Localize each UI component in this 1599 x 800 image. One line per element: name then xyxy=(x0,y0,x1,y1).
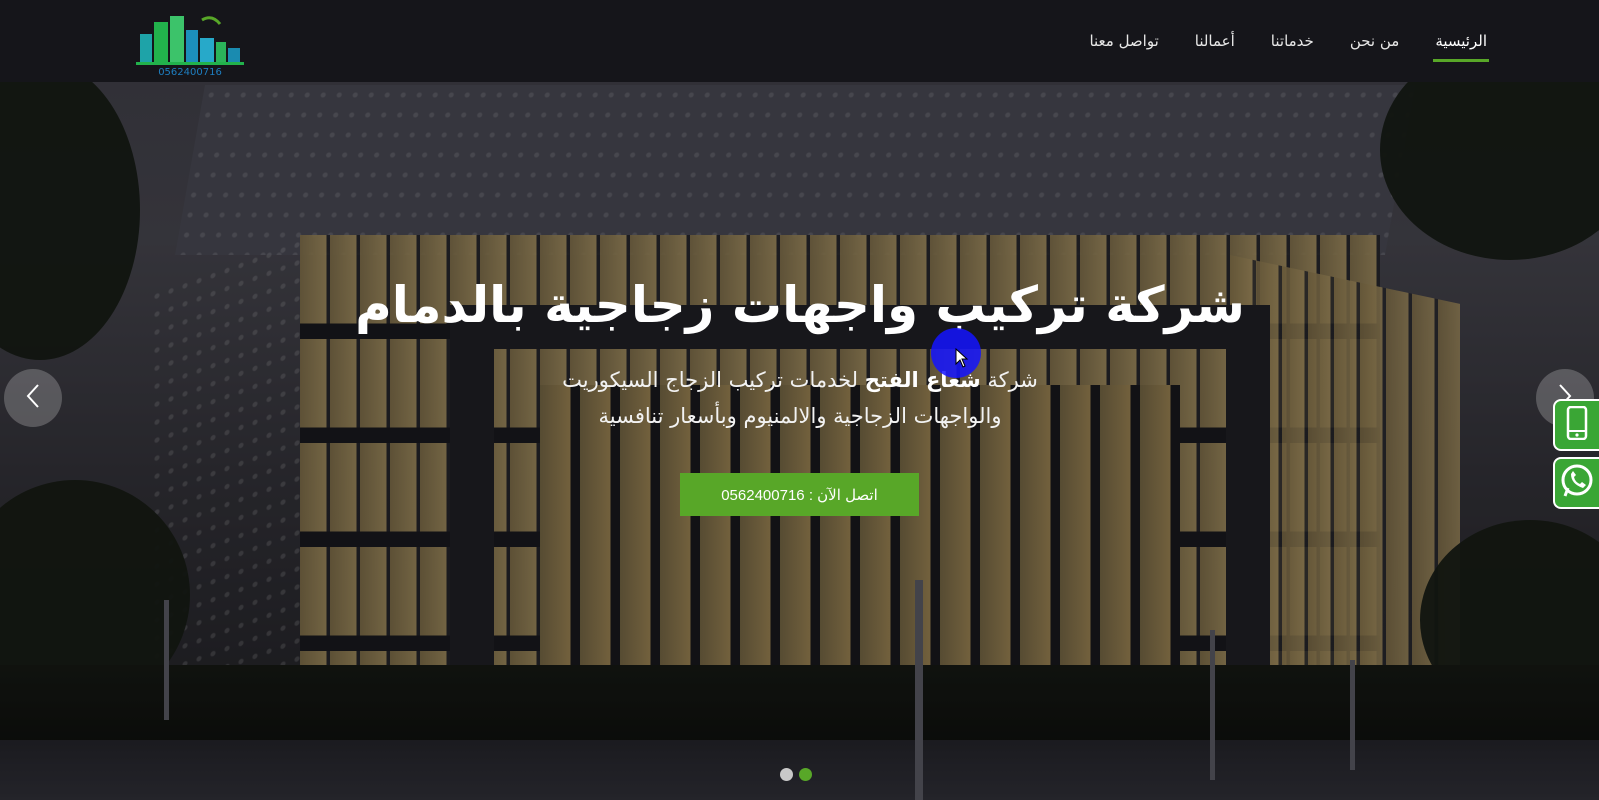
mouse-cursor-icon xyxy=(955,347,969,372)
hero-subtitle: شركة شعاع الفتح لخدمات تركيب الزجاج السي… xyxy=(450,362,1150,434)
floating-whatsapp-button[interactable] xyxy=(1553,457,1599,509)
nav-services[interactable]: خدماتنا xyxy=(1269,24,1316,58)
slider-dot-2[interactable] xyxy=(799,768,812,781)
nav-contact[interactable]: تواصل معنا xyxy=(1087,24,1160,58)
company-logo[interactable]: 0562400716 xyxy=(132,12,248,78)
slider-prev-button[interactable] xyxy=(4,369,62,427)
nav-home[interactable]: الرئيسية xyxy=(1433,24,1489,62)
subtitle-line1: لخدمات تركيب الزجاج السيكوريت xyxy=(562,368,865,392)
logo-phone: 0562400716 xyxy=(158,67,222,78)
subtitle-prefix: شركة xyxy=(980,368,1038,392)
floating-phone-button[interactable] xyxy=(1553,399,1599,451)
nav-about[interactable]: من نحن xyxy=(1348,24,1402,58)
site-header: 0562400716 الرئيسية من نحن خدماتنا أعمال… xyxy=(0,0,1599,82)
subtitle-line2: والواجهات الزجاجية والالمنيوم وبأسعار تن… xyxy=(598,404,1002,428)
whatsapp-icon xyxy=(1558,462,1596,504)
hero-title: شركة تركيب واجهات زجاجية بالدمام xyxy=(355,276,1245,334)
call-now-button[interactable]: اتصل الآن : 0562400716 xyxy=(680,473,919,516)
mobile-phone-icon xyxy=(1566,405,1588,444)
hero-section: شركة تركيب واجهات زجاجية بالدمام شركة شع… xyxy=(0,0,1599,800)
nav-works[interactable]: أعمالنا xyxy=(1193,24,1237,58)
slider-dot-1[interactable] xyxy=(780,768,793,781)
slider-dots xyxy=(780,768,812,781)
chevron-left-icon xyxy=(23,382,43,414)
main-nav: الرئيسية من نحن خدماتنا أعمالنا تواصل مع… xyxy=(1087,0,1489,82)
